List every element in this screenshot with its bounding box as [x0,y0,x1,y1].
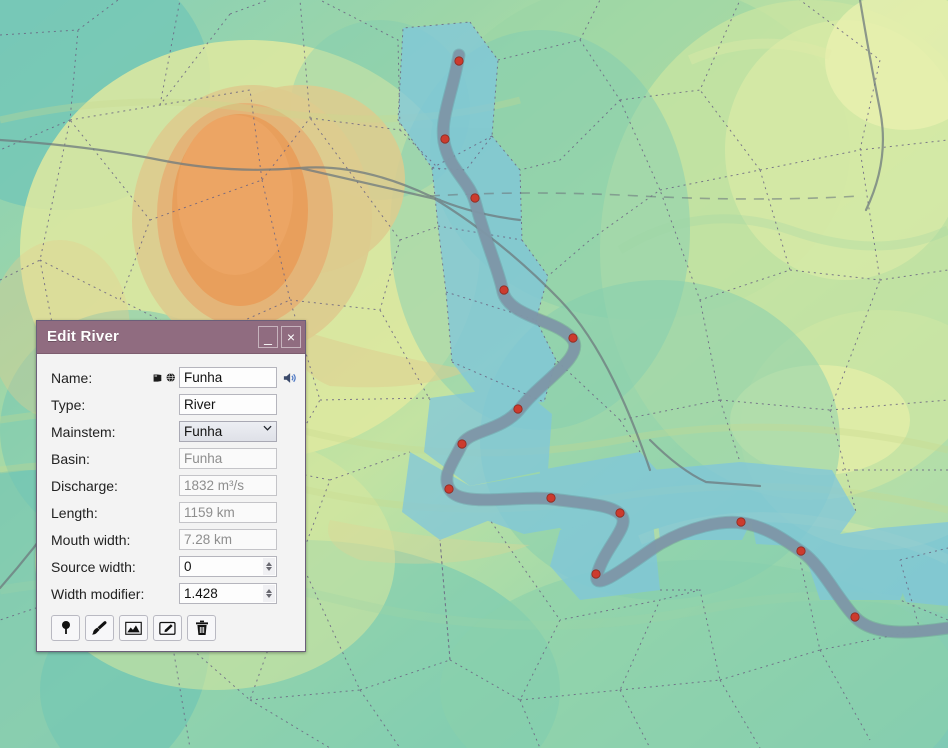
width-modifier-stepper[interactable] [263,585,275,602]
dialog-toolbar [51,607,293,643]
length-input [179,502,277,523]
form-row-mouth-width: Mouth width: [51,526,293,553]
form-row-type: Type: [51,391,293,418]
label-mainstem: Mainstem: [51,423,116,440]
discharge-input [179,475,277,496]
dialog-body: Name: Type: [37,354,305,651]
label-source-width: Source width: [51,558,136,575]
type-input[interactable] [179,394,277,415]
show-on-map-button[interactable] [51,615,80,641]
label-width-modifier: Width modifier: [51,585,145,602]
river-control-point[interactable] [736,517,746,527]
label-type: Type: [51,396,86,413]
stepper-down-icon[interactable] [266,567,272,571]
label-mouth-width: Mouth width: [51,531,131,548]
trash-icon [195,620,208,635]
source-width-stepper[interactable] [263,558,275,575]
stepper-up-icon[interactable] [266,589,272,593]
river-control-point[interactable] [591,569,601,579]
brush-icon [91,621,107,635]
source-width-wrap [179,556,277,577]
globe-icon[interactable] [166,371,176,384]
river-control-point[interactable] [440,134,450,144]
river-control-point[interactable] [444,484,454,494]
mainstem-select-wrap [179,421,277,442]
mainstem-select[interactable] [179,421,277,442]
form-row-basin: Basin: [51,445,293,472]
river-control-point[interactable] [513,404,523,414]
river-control-point[interactable] [457,439,467,449]
label-length: Length: [51,504,98,521]
label-basin: Basin: [51,450,90,467]
dialog-title: Edit River [47,328,120,345]
form-row-length: Length: [51,499,293,526]
river-control-point[interactable] [615,508,625,518]
elevation-icon [125,621,142,635]
pin-icon [61,621,70,634]
form-row-source-width: Source width: [51,553,293,580]
dialog-titlebar[interactable]: Edit River _ × [37,321,305,354]
style-button[interactable] [85,615,114,641]
form-row-width-modifier: Width modifier: [51,580,293,607]
remove-river-button[interactable] [187,615,216,641]
river-control-point[interactable] [568,333,578,343]
river-control-point[interactable] [546,493,556,503]
river-control-point[interactable] [470,193,480,203]
basin-input [179,448,277,469]
minimize-button[interactable]: _ [258,326,278,348]
speaker-icon[interactable] [283,371,299,385]
label-discharge: Discharge: [51,477,118,494]
river-control-point[interactable] [454,56,464,66]
close-button[interactable]: × [281,326,301,348]
river-control-point[interactable] [850,612,860,622]
form-row-name: Name: [51,364,296,391]
form-row-discharge: Discharge: [51,472,293,499]
mouth-width-input [179,529,277,550]
edit-river-dialog[interactable]: Edit River _ × Name: Funha Type: River M… [36,320,306,652]
river-control-point[interactable] [796,546,806,556]
elevation-profile-button[interactable] [119,615,148,641]
name-row-icons [153,371,175,384]
width-modifier-wrap [179,583,277,604]
stepper-down-icon[interactable] [266,594,272,598]
stepper-up-icon[interactable] [266,562,272,566]
label-name: Name: [51,369,93,386]
edit-points-button[interactable] [153,615,182,641]
form-row-mainstem: Mainstem: [51,418,293,445]
book-icon[interactable] [153,372,163,384]
river-control-point[interactable] [499,285,509,295]
edit-icon [159,621,176,635]
name-input[interactable] [179,367,277,388]
